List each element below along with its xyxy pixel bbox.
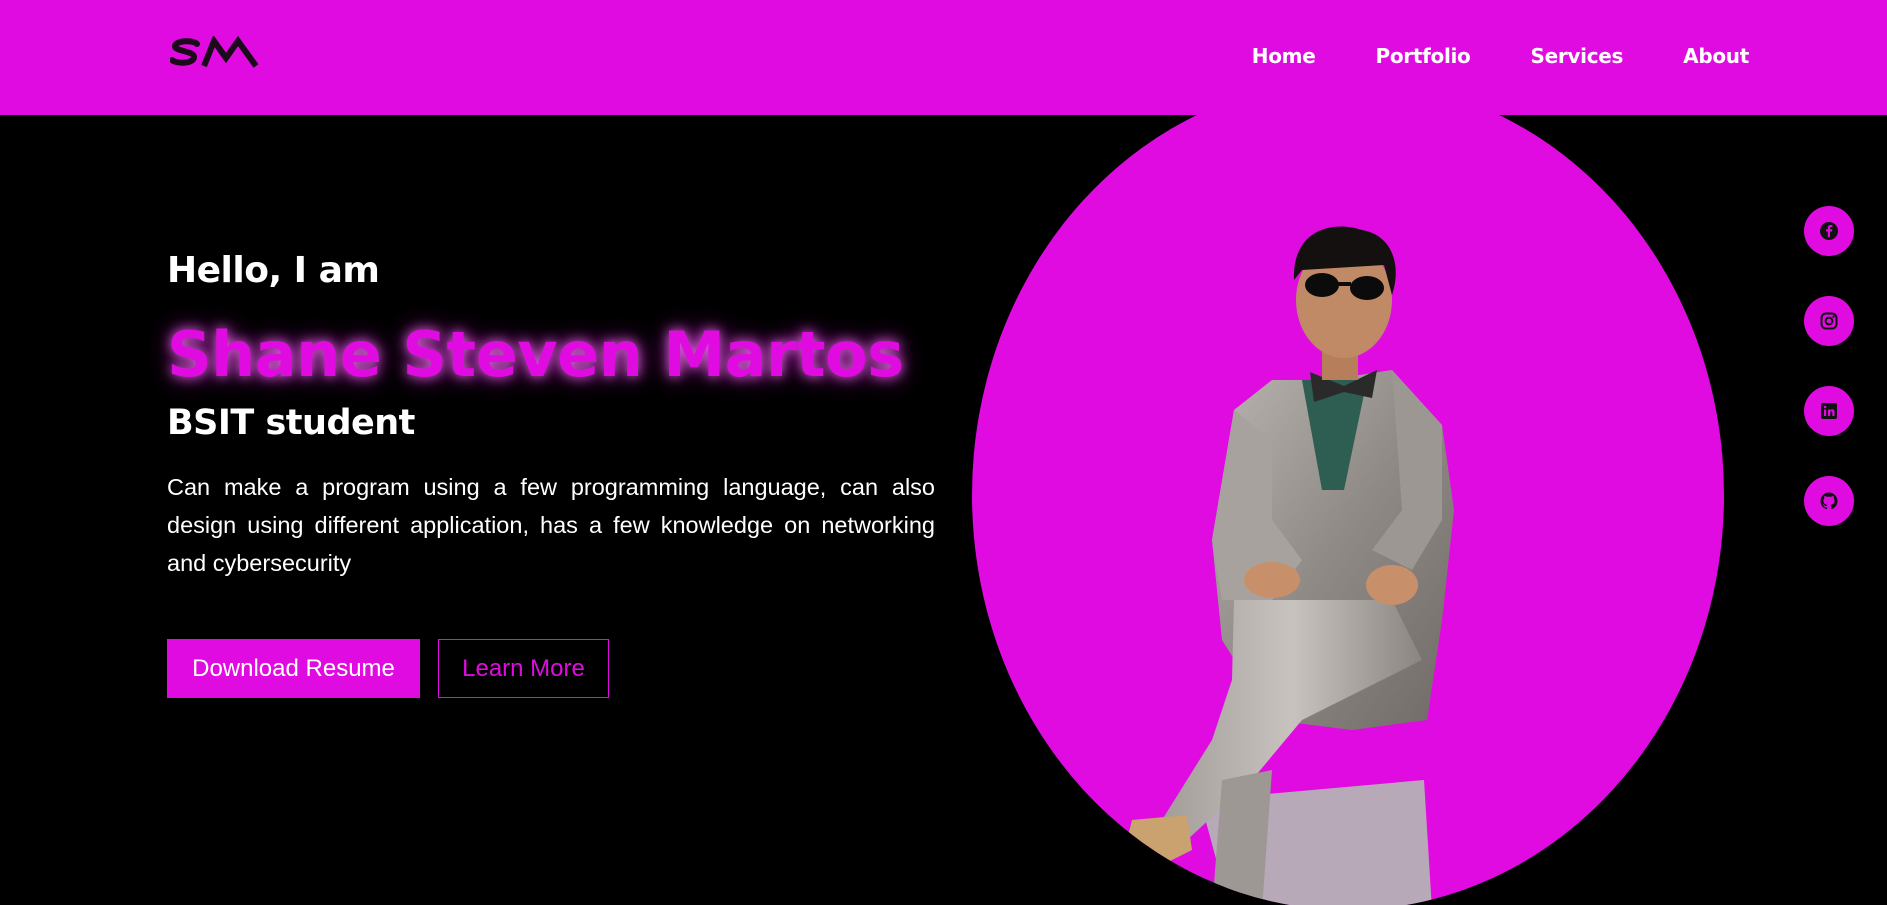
github-link[interactable] xyxy=(1804,476,1854,526)
profile-photo xyxy=(972,80,1724,905)
hero-name: Shane Steven Martos xyxy=(167,318,904,391)
logo[interactable] xyxy=(170,36,260,72)
header: Home Portfolio Services About xyxy=(0,0,1887,115)
instagram-link[interactable] xyxy=(1804,296,1854,346)
instagram-icon xyxy=(1820,312,1838,330)
nav-portfolio[interactable]: Portfolio xyxy=(1375,44,1470,68)
person-illustration xyxy=(1122,226,1454,905)
greeting: Hello, I am xyxy=(167,250,380,291)
download-resume-button[interactable]: Download Resume xyxy=(167,639,420,698)
github-icon xyxy=(1820,492,1838,510)
linkedin-icon xyxy=(1821,403,1837,419)
nav-services[interactable]: Services xyxy=(1531,44,1624,68)
hero-intro: Hello, I am Shane Steven Martos BSIT stu… xyxy=(167,250,935,698)
nav-about[interactable]: About xyxy=(1683,44,1749,68)
facebook-icon xyxy=(1820,222,1838,240)
linkedin-link[interactable] xyxy=(1804,386,1854,436)
role-title: BSIT student xyxy=(167,403,415,443)
page: Home Portfolio Services About Hello, I a… xyxy=(0,0,1887,905)
main-nav: Home Portfolio Services About xyxy=(1252,44,1750,68)
facebook-link[interactable] xyxy=(1804,206,1854,256)
nav-home[interactable]: Home xyxy=(1252,44,1316,68)
learn-more-button[interactable]: Learn More xyxy=(438,639,609,698)
hero-description: Can make a program using a few programmi… xyxy=(167,474,935,576)
